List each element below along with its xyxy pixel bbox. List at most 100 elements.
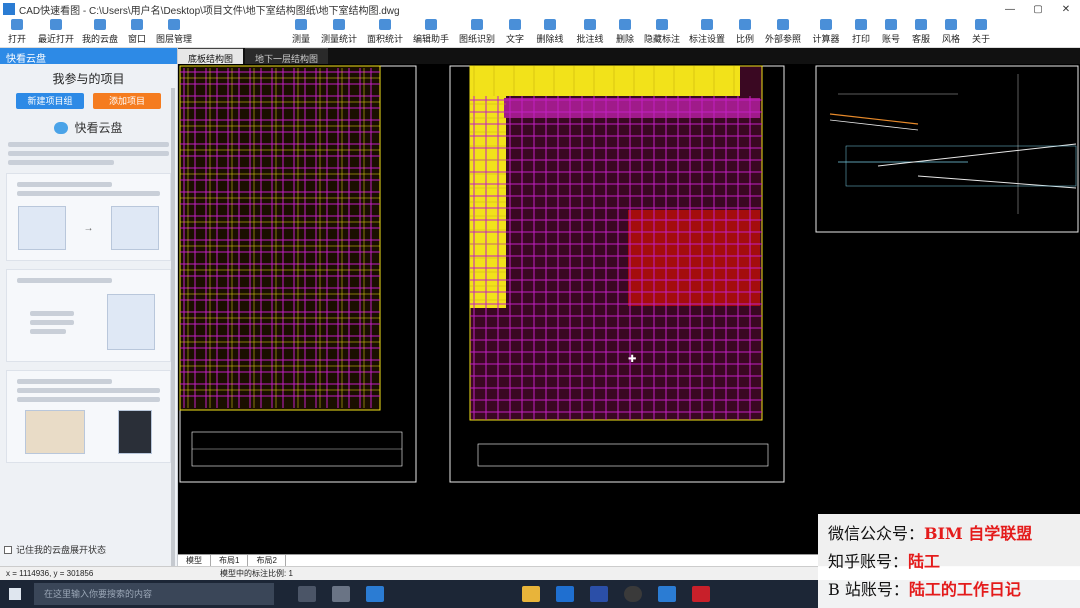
- toolbar-window[interactable]: 窗口: [122, 19, 152, 47]
- add-project-button[interactable]: 添加项目: [93, 93, 161, 109]
- panel-title: 我参与的项目: [52, 72, 125, 86]
- illustration-card: [107, 294, 156, 350]
- toolbar-text[interactable]: 文字: [500, 19, 530, 47]
- gear-icon: [701, 19, 713, 30]
- scan-icon: [471, 19, 483, 30]
- blurred-text-line: [17, 182, 113, 187]
- toolbar-annotate[interactable]: 批注线: [570, 19, 610, 47]
- toolbar-measure-stats[interactable]: 测量统计: [316, 19, 362, 47]
- layout-tabs: 模型 布局1 布局2: [178, 554, 818, 566]
- toolbar-area-stats[interactable]: 面积统计: [362, 19, 408, 47]
- scale-icon: [739, 19, 751, 30]
- cloud-side-panel: 快看云盘 我参与的项目 新建项目组 添加项目 快看云盘 → 记住我的云盘展开状态: [0, 48, 178, 578]
- scale-hint: 模型中的标注比例: 1: [220, 569, 293, 578]
- cloud-icon: [94, 19, 106, 30]
- cad-viewer-taskbar-icon[interactable]: [658, 586, 676, 602]
- watermark-line-bilibili: B 站账号：陆工的工作日记: [828, 580, 1021, 599]
- maximize-button[interactable]: ▢: [1024, 4, 1052, 15]
- start-button[interactable]: [0, 580, 30, 608]
- illustration-card: [117, 410, 152, 454]
- tab-basement-level-1[interactable]: 地下一层结构图: [245, 48, 329, 64]
- taskbar-search-box[interactable]: 在这里输入你要搜索的内容: [34, 583, 274, 605]
- minimize-button[interactable]: —: [996, 4, 1024, 15]
- window-icon: [131, 19, 143, 30]
- blurred-text-line: [17, 191, 160, 196]
- tab-model[interactable]: 模型: [178, 555, 211, 566]
- promo-section-3: [6, 370, 171, 463]
- edit-icon: [425, 19, 437, 30]
- toolbar-account[interactable]: 账号: [876, 19, 906, 47]
- panel-scrollbar[interactable]: [171, 88, 175, 568]
- app-taskbar-icon[interactable]: [366, 586, 384, 602]
- toolbar-hide-annot[interactable]: 隐藏标注: [640, 19, 684, 47]
- folder-icon: [11, 19, 23, 30]
- toolbar-recognize[interactable]: 图纸识别: [454, 19, 500, 47]
- windows-logo-icon: [9, 588, 21, 600]
- layers-icon: [168, 19, 180, 30]
- toolbar-annot-settings[interactable]: 标注设置: [684, 19, 730, 47]
- browser-icon[interactable]: [556, 586, 574, 602]
- area-icon: [379, 19, 391, 30]
- revit-icon[interactable]: [590, 586, 608, 602]
- toolbar-style[interactable]: 风格: [936, 19, 966, 47]
- panel-button-row: 新建项目组 添加项目: [0, 93, 177, 109]
- illustration-card: [25, 410, 86, 454]
- info-icon: [975, 19, 987, 30]
- printer-icon: [855, 19, 867, 30]
- illustration: [9, 287, 168, 357]
- toolbar-strike[interactable]: 删除线: [530, 19, 570, 47]
- toolbar-scale[interactable]: 比例: [730, 19, 760, 47]
- blurred-text-line: [17, 278, 113, 283]
- watermark-line-wechat: 微信公众号：BIM 自学联盟: [828, 524, 1033, 543]
- title-bar: CAD快速看图 - C:\Users\用户名\Desktop\项目文件\地下室结…: [0, 0, 1080, 18]
- yellow-zone-top: [470, 66, 740, 96]
- toolbar-open[interactable]: 打开: [0, 19, 34, 47]
- tab-layout-1[interactable]: 布局1: [211, 555, 249, 566]
- section-sheet-frame: [815, 65, 1079, 233]
- blurred-text-line: [17, 388, 160, 393]
- toolbar-edit-helper[interactable]: 编辑助手: [408, 19, 454, 47]
- toolbar-delete[interactable]: 删除: [610, 19, 640, 47]
- blurred-text-line: [8, 142, 169, 147]
- toolbar-cloud[interactable]: 我的云盘: [78, 19, 122, 47]
- blurred-text-line: [29, 310, 74, 316]
- clock-icon: [50, 19, 62, 30]
- pen-icon: [584, 19, 596, 30]
- document-tabs: 底板结构图 地下一层结构图: [178, 48, 1080, 64]
- blurred-text-line: [17, 397, 160, 402]
- toolbar-measure[interactable]: 测量: [286, 19, 316, 47]
- blurred-text-line: [8, 151, 169, 156]
- toolbar-xref[interactable]: 外部参照: [760, 19, 806, 47]
- cad-drawing[interactable]: ✚: [178, 64, 1080, 554]
- palette-icon: [945, 19, 957, 30]
- toolbar-calculator[interactable]: 计算器: [806, 19, 846, 47]
- user-icon: [885, 19, 897, 30]
- checkbox-icon[interactable]: [4, 545, 12, 554]
- obs-icon[interactable]: [624, 586, 642, 602]
- drawing-canvas[interactable]: ✚: [178, 64, 1080, 554]
- toolbar-about[interactable]: 关于: [966, 19, 996, 47]
- ruler-icon: [295, 19, 307, 30]
- illustration: [9, 406, 168, 458]
- file-explorer-icon[interactable]: [522, 586, 540, 602]
- promo-section-2: [6, 269, 171, 362]
- toolbar-support[interactable]: 客服: [906, 19, 936, 47]
- arrow-right-icon: →: [83, 222, 94, 234]
- new-project-group-button[interactable]: 新建项目组: [16, 93, 84, 109]
- remember-state-option[interactable]: 记住我的云盘展开状态: [0, 543, 177, 556]
- tab-foundation-plan[interactable]: 底板结构图: [178, 48, 244, 64]
- task-view-icon[interactable]: [298, 586, 316, 602]
- toolbar-recent[interactable]: 最近打开: [34, 19, 78, 47]
- toolbar-print[interactable]: 打印: [846, 19, 876, 47]
- toolbar-layers[interactable]: 图层管理: [152, 19, 196, 47]
- title-block: [477, 443, 769, 467]
- autocad-icon[interactable]: [692, 586, 710, 602]
- headset-icon: [915, 19, 927, 30]
- strike-icon: [544, 19, 556, 30]
- coordinate-readout: x = 1114936, y = 301856: [6, 569, 94, 578]
- tab-layout-2[interactable]: 布局2: [248, 555, 286, 566]
- close-button[interactable]: ✕: [1052, 4, 1080, 15]
- pinwheel-icon[interactable]: [332, 586, 350, 602]
- illustration-card: [17, 206, 66, 250]
